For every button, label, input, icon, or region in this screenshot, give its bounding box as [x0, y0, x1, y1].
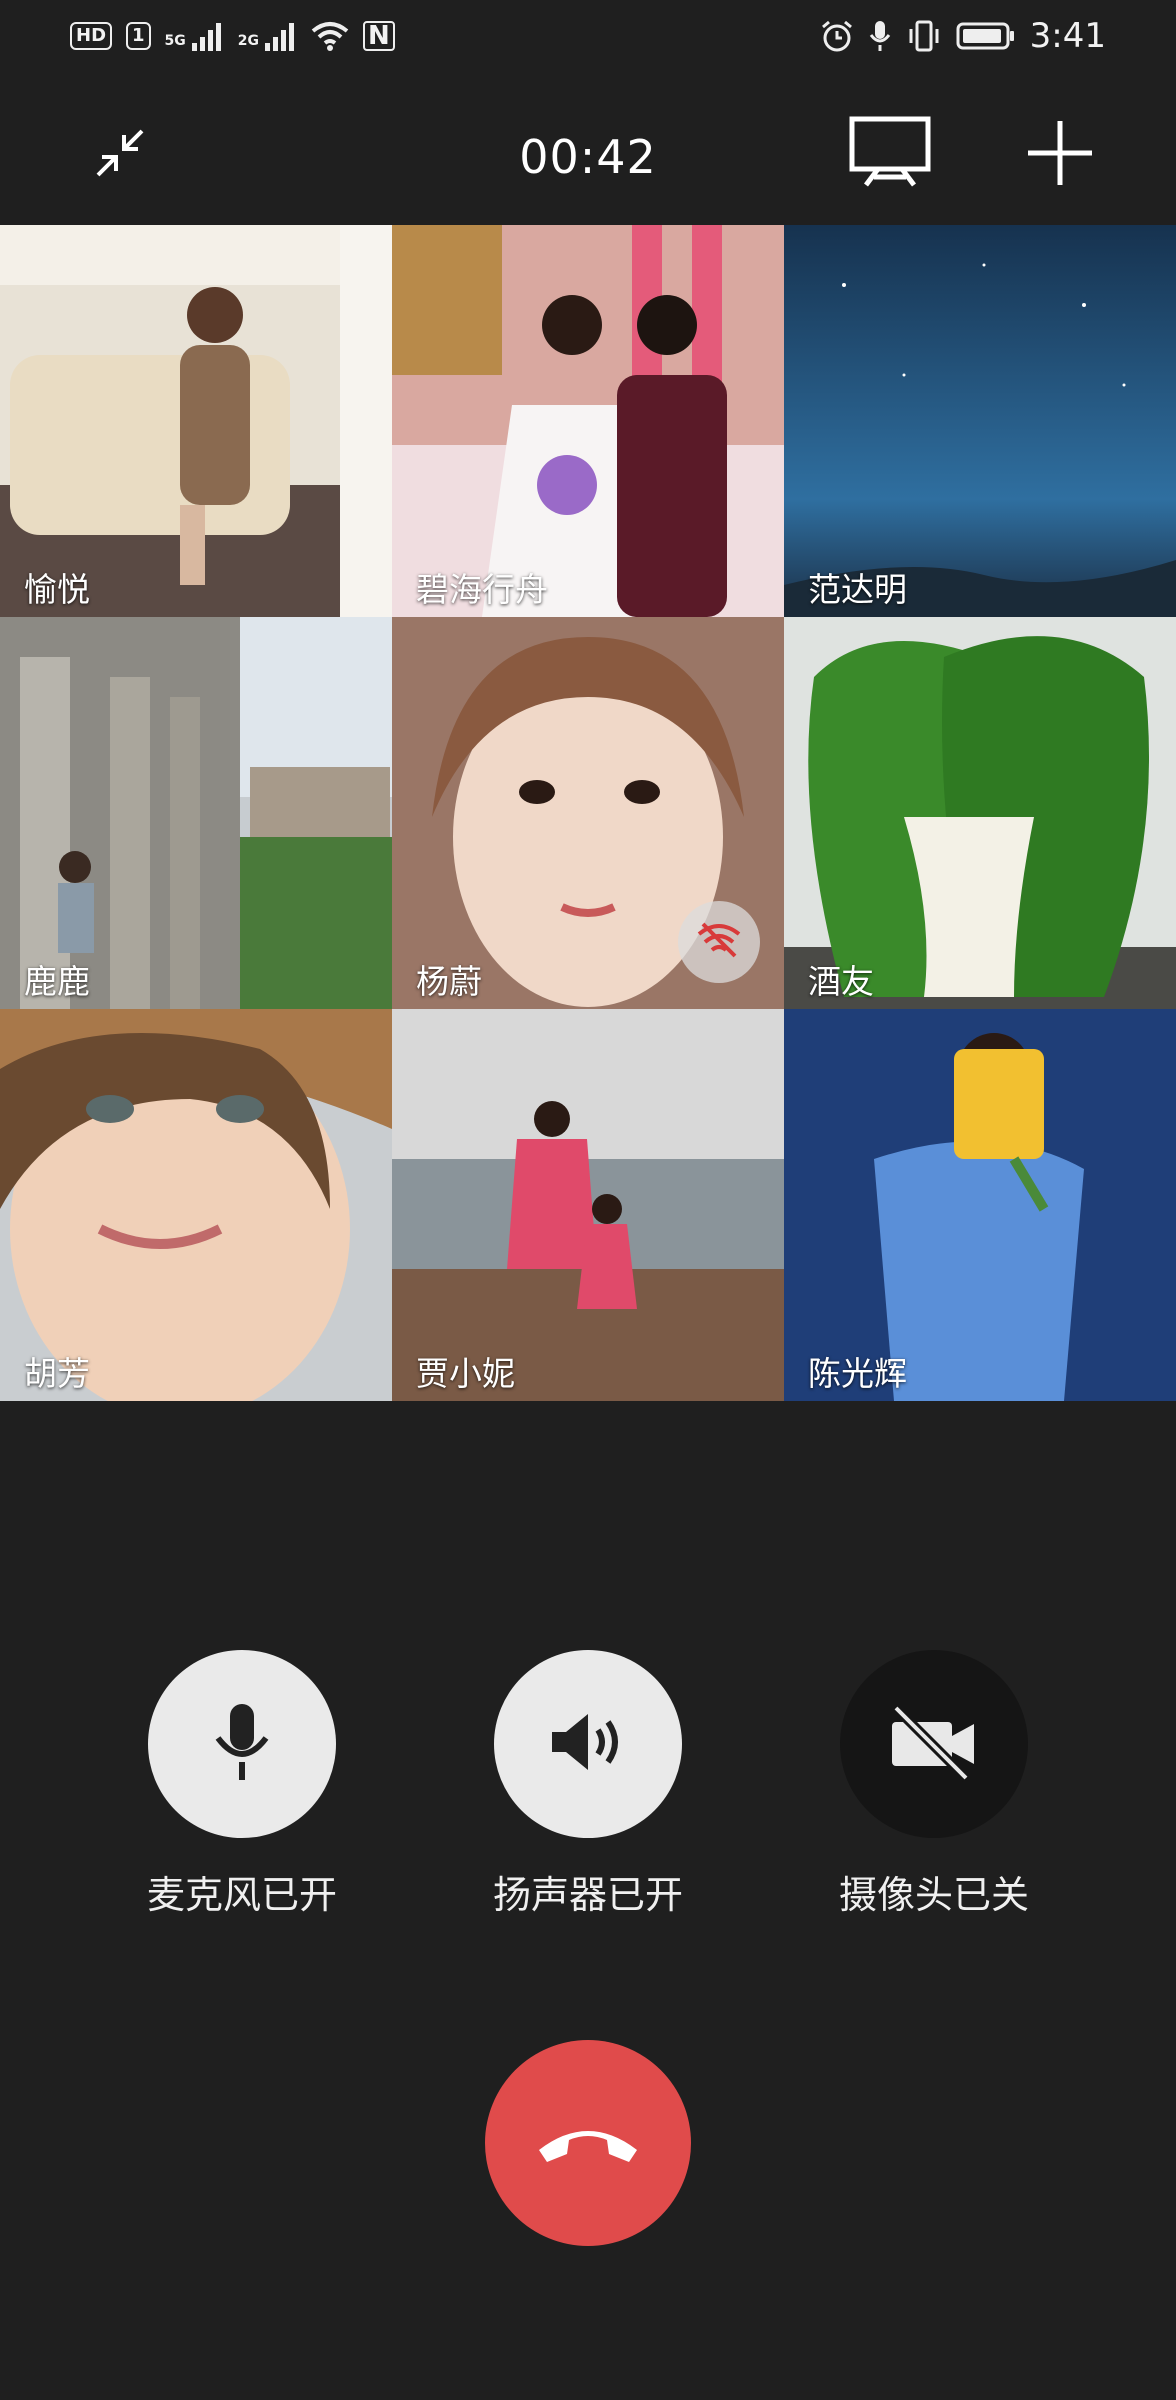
hangup-button[interactable]: [485, 2040, 691, 2246]
sim-slot-badge: 1: [126, 22, 151, 50]
weak-network-badge: [678, 901, 760, 983]
participant-tile[interactable]: 杨蔚: [392, 617, 784, 1009]
participant-name: 酒友: [808, 962, 874, 1001]
participant-photo: [392, 225, 784, 617]
microphone-status-icon: [868, 19, 892, 53]
signal-icon: [190, 21, 224, 51]
wifi-icon: [311, 21, 349, 51]
network-type-2: 2G: [237, 33, 260, 49]
speaker-control: 扬声器已开: [448, 1650, 728, 1919]
participant-tile[interactable]: 胡芳: [0, 1009, 392, 1401]
mic-toggle-button[interactable]: [148, 1650, 336, 1838]
add-icon: [1024, 117, 1096, 193]
weak-signal-icon: [695, 920, 743, 964]
speaker-toggle-button[interactable]: [494, 1650, 682, 1838]
microphone-icon: [210, 1700, 274, 1788]
mic-label: 麦克风已开: [146, 1873, 337, 1917]
participant-name: 愉悦: [24, 570, 90, 609]
participant-tile[interactable]: 范达明: [784, 225, 1176, 617]
speaker-label: 扬声器已开: [492, 1873, 683, 1917]
participant-name: 胡芳: [24, 1354, 90, 1393]
participant-name: 范达明: [808, 570, 907, 609]
screen-share-button[interactable]: [840, 115, 940, 195]
participant-photo: [0, 617, 392, 1009]
camera-control: 摄像头已关: [794, 1650, 1074, 1919]
add-participant-button[interactable]: [1010, 115, 1110, 195]
participant-photo: [0, 1009, 392, 1401]
participant-name: 陈光辉: [808, 1354, 907, 1393]
camera-off-icon: [886, 1702, 982, 1786]
screen-share-icon: [848, 115, 932, 195]
hd-badge: HD: [70, 22, 113, 50]
participant-photo: [784, 1009, 1176, 1401]
vibrate-icon: [906, 19, 942, 53]
clock: 3:41: [1029, 16, 1106, 56]
participant-tile[interactable]: 贾小妮: [392, 1009, 784, 1401]
participant-name: 碧海行舟: [416, 570, 548, 609]
status-bar: HD 1 5G 2G N 3:41: [0, 0, 1176, 72]
alarm-icon: [820, 19, 854, 53]
network-type-1: 5G: [164, 33, 186, 49]
participant-tile[interactable]: 鹿鹿: [0, 617, 392, 1009]
participant-name: 贾小妮: [416, 1354, 515, 1393]
participant-tile[interactable]: 碧海行舟: [392, 225, 784, 617]
signal-icon: [263, 21, 297, 51]
call-timer: 00:42: [519, 130, 657, 184]
hangup-icon: [533, 2116, 643, 2170]
participant-grid: 愉悦 碧海行舟 范达明 鹿鹿 杨蔚 酒友 胡芳 贾小妮 陈光辉: [0, 225, 1176, 1401]
participant-name: 鹿鹿: [24, 962, 90, 1001]
status-left: HD 1 5G 2G N: [70, 21, 395, 51]
participant-tile[interactable]: 酒友: [784, 617, 1176, 1009]
participant-photo: [392, 1009, 784, 1401]
camera-label: 摄像头已关: [838, 1873, 1029, 1917]
participant-photo: [0, 225, 392, 617]
call-controls: 麦克风已开 扬声器已开 摄像头已关: [0, 1650, 1176, 1930]
call-header: 00:42: [0, 95, 1176, 225]
participant-photo: [784, 225, 1176, 617]
camera-toggle-button[interactable]: [840, 1650, 1028, 1838]
participant-tile[interactable]: 陈光辉: [784, 1009, 1176, 1401]
status-right: 3:41: [820, 16, 1106, 56]
nfc-icon: N: [363, 21, 395, 51]
participant-name: 杨蔚: [416, 962, 482, 1001]
speaker-icon: [548, 1710, 628, 1778]
battery-icon: [956, 21, 1016, 51]
participant-photo: [784, 617, 1176, 1009]
mic-control: 麦克风已开: [102, 1650, 382, 1919]
participant-tile[interactable]: 愉悦: [0, 225, 392, 617]
